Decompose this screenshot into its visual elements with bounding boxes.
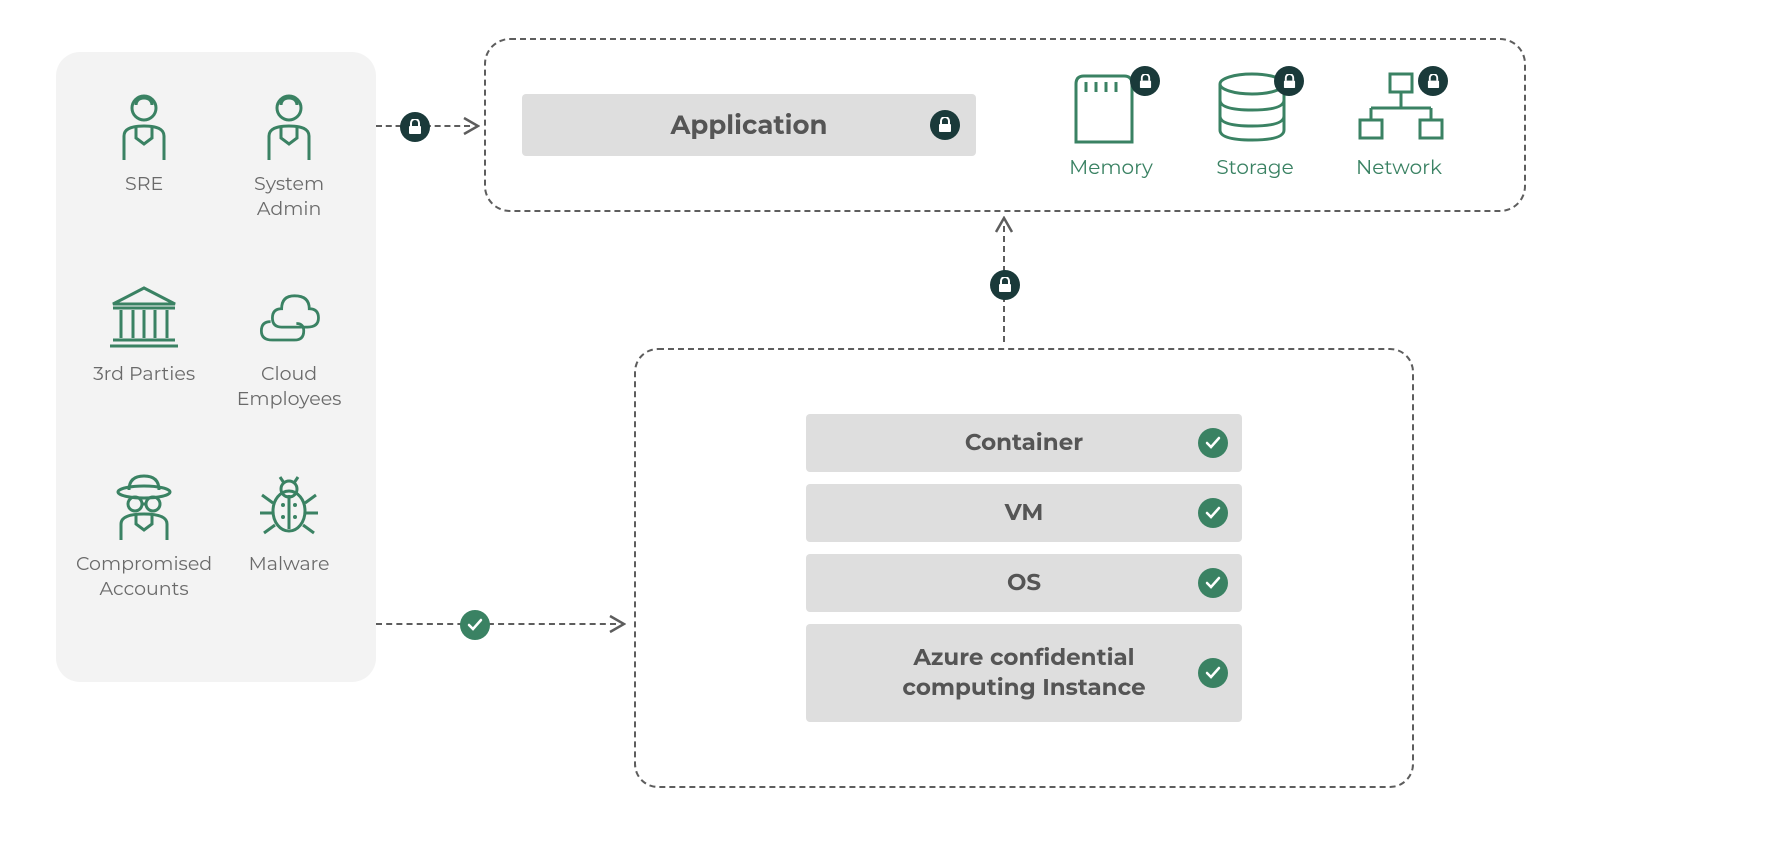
threat-label: Malware — [249, 552, 330, 577]
resource-label: Storage — [1216, 156, 1293, 180]
check-icon — [1198, 498, 1228, 528]
threat-3rd-parties: 3rd Parties — [76, 282, 212, 452]
cloud-icon — [254, 282, 324, 352]
arrow-head-icon — [462, 116, 480, 136]
check-icon — [1198, 428, 1228, 458]
stack-azure-cc: Azure confidentialcomputing Instance — [806, 624, 1242, 722]
threat-label: Compromised Accounts — [76, 552, 212, 601]
network-icon — [1354, 70, 1444, 144]
check-icon — [460, 610, 490, 640]
person-icon — [254, 92, 324, 162]
threats-panel: SRE System Admin — [56, 52, 376, 682]
threat-label: 3rd Parties — [93, 362, 195, 387]
lock-icon — [930, 110, 960, 140]
stack-vm: VM — [806, 484, 1242, 542]
resource-memory: Memory — [1066, 70, 1156, 180]
stack-label: VM — [1005, 498, 1044, 528]
memory-icon — [1066, 70, 1156, 144]
storage-icon — [1210, 70, 1300, 144]
person-icon — [109, 92, 179, 162]
bug-icon — [254, 472, 324, 542]
institution-icon — [109, 282, 179, 352]
lock-icon — [1418, 66, 1448, 96]
arrow-head-icon — [608, 614, 626, 634]
arrow-head-icon — [994, 216, 1014, 234]
infrastructure-zone: Container VM OS Azure confidentialcomput… — [634, 348, 1414, 788]
resource-storage: Storage — [1210, 70, 1300, 180]
protected-zone-top: Application Memory — [484, 38, 1526, 212]
resource-label: Network — [1356, 156, 1442, 180]
check-icon — [1198, 658, 1228, 688]
threat-compromised-accounts: Compromised Accounts — [76, 472, 212, 642]
lock-icon — [1130, 66, 1160, 96]
arrow-threats-to-infra — [376, 623, 616, 625]
lock-icon — [990, 270, 1020, 300]
threat-sre: SRE — [76, 92, 212, 262]
threat-malware: Malware — [222, 472, 356, 642]
threat-label: SRE — [125, 172, 163, 197]
threat-cloud-employees: Cloud Employees — [222, 282, 356, 452]
lock-icon — [1274, 66, 1304, 96]
stack-os: OS — [806, 554, 1242, 612]
application-pill: Application — [522, 94, 976, 156]
application-label: Application — [671, 109, 828, 141]
stack-label: Azure confidentialcomputing Instance — [902, 643, 1145, 703]
stack-container: Container — [806, 414, 1242, 472]
threat-label: System Admin — [222, 172, 356, 221]
resource-label: Memory — [1069, 156, 1153, 180]
stack-label: OS — [1007, 568, 1041, 598]
lock-icon — [400, 112, 430, 142]
threat-system-admin: System Admin — [222, 92, 356, 262]
spy-icon — [109, 472, 179, 542]
resource-network: Network — [1354, 70, 1444, 180]
stack-label: Container — [965, 428, 1083, 458]
threat-label: Cloud Employees — [222, 362, 356, 411]
check-icon — [1198, 568, 1228, 598]
